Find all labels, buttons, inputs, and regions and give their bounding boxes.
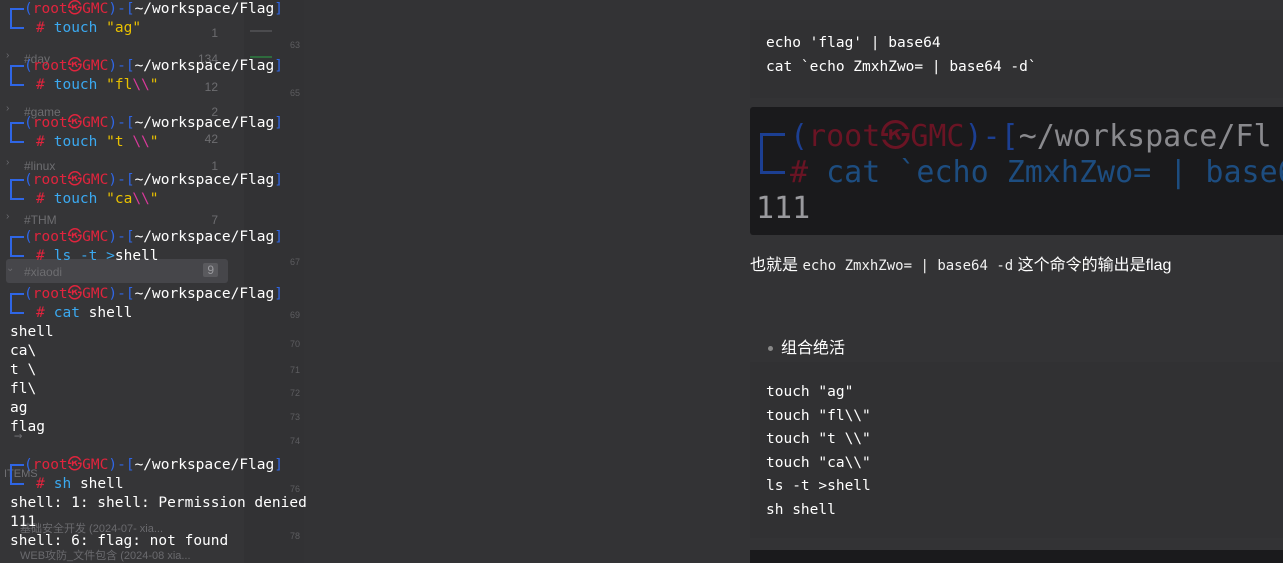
bullet-item: 组合绝活 <box>768 334 845 358</box>
command-line: # ls -t >shell <box>36 248 159 264</box>
code-line: touch "t \\" <box>766 431 871 447</box>
output-line: shell: 1: shell: Permission denied <box>10 495 307 511</box>
output-line: fl\ <box>10 381 37 397</box>
prompt-line: (root㉿GMC)-[~/workspace/Flag] <box>24 229 283 245</box>
prompt-line: (root㉿GMC)-[~/workspace/Flag] <box>24 172 283 188</box>
output-line: ag <box>10 400 28 416</box>
prompt-line: (root㉿GMC)-[~/workspace/Flag] <box>24 115 283 131</box>
prompt-line: (root㉿GMC)-[~/workspace/Flag] <box>24 58 283 74</box>
code-line: cat `echo ZmxhZwo= | base64 -d` <box>766 59 1037 75</box>
prompt-line: (root㉿GMC)-[~/workspace/Flag] <box>24 457 283 473</box>
output-line: shell <box>10 324 54 340</box>
command-line: # touch "t \\" <box>36 134 159 150</box>
prompt-line: (root㉿GMC)-[~/workspace/Flag] <box>24 286 283 302</box>
output-line: shell: 6: flag: not found <box>10 533 229 549</box>
code-line: sh shell <box>766 502 836 518</box>
terminal-screenshot-image: (root㉿GMC)-[~/workspace/Fl # cat `echo Z… <box>750 107 1283 235</box>
prompt-line: (root㉿GMC)-[~/workspace/Flag] <box>24 1 283 17</box>
command-line: # touch "fl\\" <box>36 77 159 93</box>
output-line: 111 <box>10 514 37 530</box>
code-line: ls -t >shell <box>766 478 871 494</box>
command-line: # sh shell <box>36 476 124 492</box>
code-line: touch "fl\\" <box>766 408 871 424</box>
code-line: touch "ag" <box>766 384 854 400</box>
output-line: ca\ <box>10 343 37 359</box>
explanation-paragraph: 也就是 echo ZmxhZwo= | base64 -d 这个命令的输出是fl… <box>750 257 1172 274</box>
command-line: # touch "ca\\" <box>36 191 159 207</box>
code-block: touch "ag" touch "fl\\" touch "t \\" tou… <box>750 362 1283 538</box>
output-line: t \ <box>10 362 37 378</box>
image-block-partial <box>750 550 1283 563</box>
code-line: touch "ca\\" <box>766 455 871 471</box>
output-line: flag <box>10 419 45 435</box>
code-line: echo 'flag' | base64 <box>766 35 941 51</box>
command-line: # touch "ag" <box>36 20 142 36</box>
command-line: # cat shell <box>36 305 133 321</box>
bullet-dot-icon <box>768 346 773 352</box>
code-block: echo 'flag' | base64 cat `echo ZmxhZwo= … <box>750 20 1283 98</box>
terminal-output: (root㉿GMC)-[~/workspace/Flag] # touch "ag… <box>0 0 320 563</box>
